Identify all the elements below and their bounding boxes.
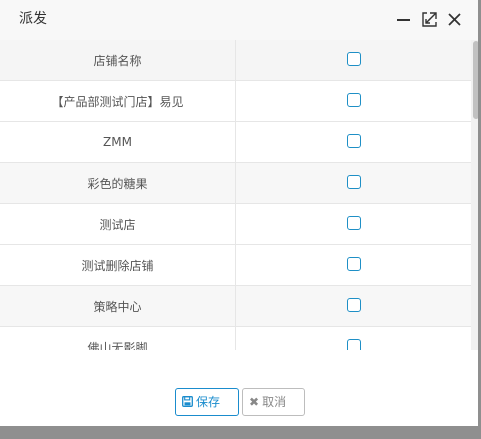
checkbox-cell <box>235 244 471 286</box>
table-header-row: 店铺名称 <box>0 40 471 81</box>
table-row: 策略中心 <box>0 285 471 327</box>
minimize-icon[interactable] <box>395 11 412 28</box>
column-header-shop-name: 店铺名称 <box>0 40 236 81</box>
save-label: 保存 <box>196 395 221 409</box>
table-row: 测试店 <box>0 203 471 245</box>
shop-name-cell: 测试店 <box>0 203 236 245</box>
select-all-cell <box>235 40 471 81</box>
checkbox-cell <box>235 80 471 122</box>
maximize-icon[interactable] <box>421 11 438 28</box>
table-row: 测试删除店铺 <box>0 244 471 286</box>
cancel-button[interactable]: ✖ 取消 <box>242 388 305 416</box>
close-x-icon: ✖ <box>249 395 260 409</box>
close-icon[interactable] <box>446 11 463 28</box>
save-icon <box>182 389 193 415</box>
dialog-title: 派发 <box>19 11 47 27</box>
shop-name-cell: 【产品部测试门店】易见 <box>0 80 236 122</box>
shop-table: 店铺名称 【产品部测试门店】易见 ZMM 彩色的糖果 测试店 测试删除店铺 策略… <box>0 40 471 350</box>
select-all-checkbox[interactable] <box>346 52 361 67</box>
checkbox-cell <box>235 285 471 327</box>
shop-name-cell: 策略中心 <box>0 285 236 327</box>
shop-name-cell: ZMM <box>0 121 236 163</box>
row-checkbox[interactable] <box>346 175 361 190</box>
table-row: ZMM <box>0 121 471 163</box>
row-checkbox[interactable] <box>346 93 361 108</box>
checkbox-cell <box>235 203 471 245</box>
row-checkbox[interactable] <box>346 257 361 272</box>
table-row: 【产品部测试门店】易见 <box>0 80 471 122</box>
checkbox-cell <box>235 162 471 204</box>
dialog-titlebar: 派发 <box>0 0 478 41</box>
table-row: 佛山无影脚 <box>0 326 471 350</box>
save-button[interactable]: 保存 <box>175 388 239 416</box>
row-checkbox[interactable] <box>346 339 361 350</box>
shop-name-cell: 佛山无影脚 <box>0 326 236 350</box>
shop-table-scroll-area[interactable]: 店铺名称 【产品部测试门店】易见 ZMM 彩色的糖果 测试店 测试删除店铺 策略… <box>0 40 471 350</box>
table-row: 彩色的糖果 <box>0 162 471 204</box>
scrollbar-thumb[interactable] <box>473 41 478 119</box>
checkbox-cell <box>235 326 471 350</box>
shop-name-cell: 彩色的糖果 <box>0 162 236 204</box>
row-checkbox[interactable] <box>346 216 361 231</box>
dispatch-dialog: 派发 店铺名称 【产品部测试门店】易见 ZMM 彩色的糖果 测试店 测试删除店铺… <box>0 0 478 426</box>
checkbox-cell <box>235 121 471 163</box>
cancel-label: 取消 <box>262 395 287 409</box>
row-checkbox[interactable] <box>346 134 361 149</box>
shop-name-cell: 测试删除店铺 <box>0 244 236 286</box>
row-checkbox[interactable] <box>346 298 361 313</box>
